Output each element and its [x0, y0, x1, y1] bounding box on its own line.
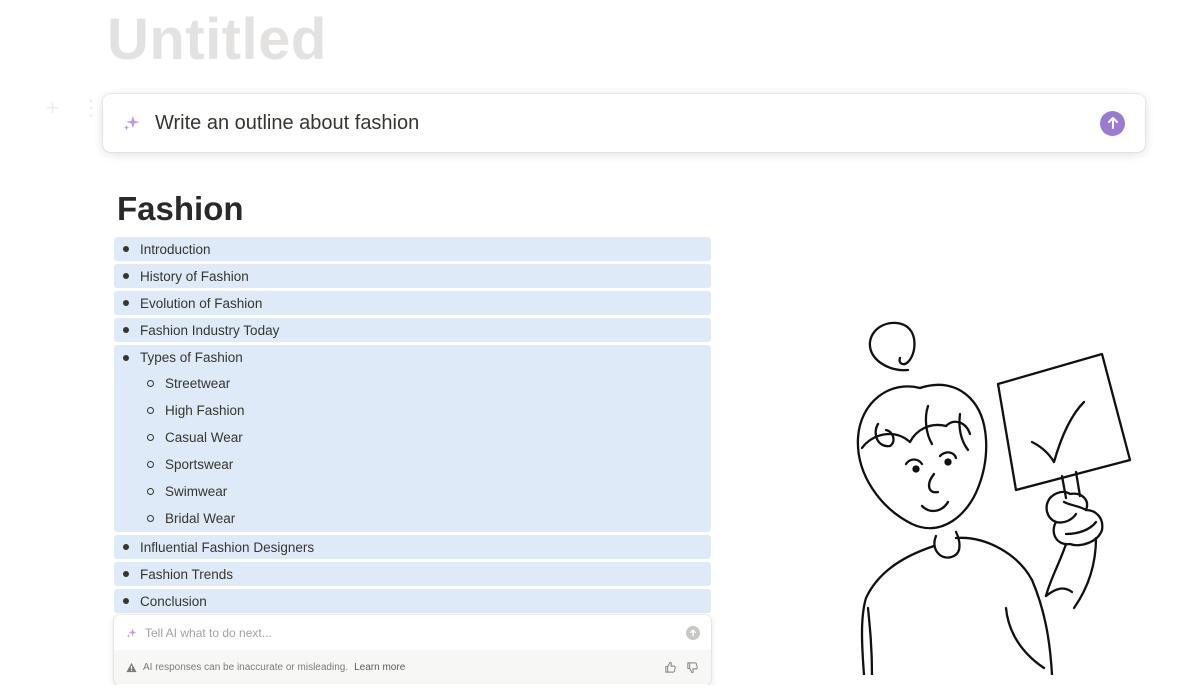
sub-list-item-label: Bridal Wear [165, 511, 236, 526]
add-block-icon[interactable]: + [46, 96, 59, 120]
arrow-up-icon [690, 628, 696, 637]
list-item[interactable]: Introduction [114, 237, 711, 261]
sub-list-item[interactable]: Sportswear [114, 451, 711, 478]
learn-more-link[interactable]: Learn more [354, 662, 405, 673]
sub-list-item-label: Sportswear [165, 457, 234, 472]
list-item[interactable]: Fashion Industry Today [114, 318, 711, 342]
sub-list-item-label: Casual Wear [165, 430, 243, 445]
list-item[interactable]: Types of Fashion [114, 345, 711, 370]
list-group-types: Types of Fashion Streetwear High Fashion… [114, 345, 711, 532]
list-item[interactable]: Evolution of Fashion [114, 291, 711, 315]
bullet-icon [123, 273, 129, 279]
sub-list-item[interactable]: Casual Wear [114, 424, 711, 451]
person-holding-checkmark-sign-illustration [856, 321, 1132, 675]
sub-list-item[interactable]: High Fashion [114, 397, 711, 424]
ai-disclaimer-bar: AI responses can be inaccurate or mislea… [114, 650, 711, 684]
list-item-label: Types of Fashion [140, 350, 243, 365]
list-item-label: Influential Fashion Designers [140, 539, 315, 555]
sparkle-icon [123, 115, 140, 131]
bullet-icon [123, 598, 129, 604]
list-item[interactable]: Conclusion [114, 589, 711, 613]
sub-list-item-label: High Fashion [165, 403, 245, 418]
hollow-bullet-icon [147, 461, 154, 468]
list-item[interactable]: History of Fashion [114, 264, 711, 288]
warning-icon [126, 662, 137, 672]
ai-prompt-box[interactable]: Write an outline about fashion [103, 94, 1145, 152]
ai-send-button[interactable] [686, 625, 700, 640]
sub-list-item-label: Swimwear [165, 484, 228, 499]
outline-list: Introduction History of Fashion Evolutio… [114, 237, 711, 616]
list-item-label: Fashion Industry Today [140, 322, 280, 338]
bullet-icon [123, 544, 129, 550]
sub-list-item-label: Streetwear [165, 376, 231, 391]
bullet-icon [123, 354, 129, 361]
list-item-label: Evolution of Fashion [140, 295, 263, 311]
list-item[interactable]: Influential Fashion Designers [114, 535, 711, 559]
thumbs-down-icon[interactable] [686, 661, 699, 674]
bullet-icon [123, 327, 129, 333]
hollow-bullet-icon [147, 515, 154, 522]
ai-followup-input[interactable]: Tell AI what to do next... [114, 615, 711, 650]
prompt-text[interactable]: Write an outline about fashion [155, 112, 1100, 135]
hollow-bullet-icon [147, 434, 154, 441]
hollow-bullet-icon [147, 488, 154, 495]
send-button[interactable] [1100, 110, 1125, 136]
arrow-up-icon [1107, 117, 1118, 129]
hollow-bullet-icon [147, 407, 154, 414]
bullet-icon [123, 571, 129, 577]
drag-handle-icon[interactable]: ⋮ [80, 96, 102, 120]
hollow-bullet-icon [147, 380, 154, 387]
document-heading[interactable]: Fashion [117, 187, 244, 231]
sub-list-item[interactable]: Swimwear [114, 478, 711, 505]
bullet-icon [123, 300, 129, 306]
page-title[interactable]: Untitled [107, 8, 327, 72]
thumbs-up-icon[interactable] [664, 661, 677, 674]
list-item-label: History of Fashion [140, 268, 249, 284]
sub-list-item[interactable]: Bridal Wear [114, 505, 711, 532]
bullet-icon [123, 246, 129, 252]
ai-disclaimer-text: AI responses can be inaccurate or mislea… [143, 661, 349, 673]
sparkle-icon [126, 627, 137, 638]
ai-followup-placeholder[interactable]: Tell AI what to do next... [145, 626, 686, 640]
list-item-label: Introduction [140, 241, 211, 257]
list-item-label: Fashion Trends [140, 566, 234, 582]
list-item[interactable]: Fashion Trends [114, 562, 711, 586]
sub-list-item[interactable]: Streetwear [114, 370, 711, 397]
list-item-label: Conclusion [140, 593, 207, 609]
